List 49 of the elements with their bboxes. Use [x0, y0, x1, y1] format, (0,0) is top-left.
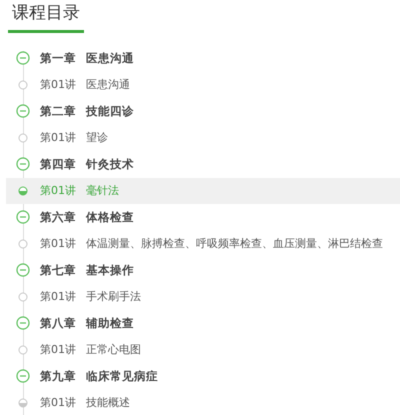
chapter-number: 第七章 [40, 262, 76, 278]
page-title: 课程目录 [8, 0, 84, 33]
lesson-row[interactable]: 第01讲 正常心电图 [6, 336, 400, 363]
lesson-number: 第01讲 [40, 77, 76, 92]
chapter-number: 第六章 [40, 210, 76, 225]
chapter-number: 第一章 [40, 50, 76, 66]
lesson-row[interactable]: 第01讲 体温测量、脉搏检查、呼吸频率检查、血压测量、淋巴结检查 [6, 230, 400, 257]
lesson-name: 技能概述 [86, 395, 130, 410]
chapter-number: 第二章 [40, 104, 76, 119]
chapter-name: 基本操作 [86, 262, 134, 278]
lesson-number: 第01讲 [40, 342, 76, 358]
lesson-name: 望诊 [86, 130, 108, 146]
lesson-number: 第01讲 [40, 395, 76, 410]
chapter-name: 技能四诊 [86, 104, 134, 119]
chapter-name: 体格检查 [86, 210, 134, 225]
collapse-icon[interactable] [16, 51, 30, 66]
chapter-name: 辅助检查 [86, 316, 134, 331]
chapter-number: 第四章 [40, 156, 76, 172]
lesson-number: 第01讲 [40, 130, 76, 146]
chapter-name: 临床常见病症 [86, 368, 158, 384]
lesson-row[interactable]: 第01讲 手术刷手法 [6, 284, 400, 310]
lesson-row[interactable]: 第01讲 技能概述 [6, 390, 400, 415]
collapse-icon[interactable] [16, 369, 30, 384]
lesson-name: 体温测量、脉搏检查、呼吸频率检查、血压测量、淋巴结检查 [86, 236, 383, 252]
collapse-icon[interactable] [16, 210, 30, 224]
collapse-icon[interactable] [16, 157, 30, 172]
chapter-row[interactable]: 第八章 辅助检查 [0, 310, 400, 336]
chapter-row[interactable]: 第七章 基本操作 [0, 257, 400, 284]
lesson-row[interactable]: 第01讲 望诊 [6, 124, 400, 151]
chapter-number: 第八章 [40, 316, 76, 331]
chapter-row[interactable]: 第二章 技能四诊 [0, 98, 400, 124]
lesson-number: 第01讲 [40, 289, 76, 304]
lesson-name: 医患沟通 [86, 77, 130, 92]
lesson-row[interactable]: 第01讲 医患沟通 [6, 72, 400, 98]
collapse-icon[interactable] [16, 104, 30, 118]
lesson-name: 手术刷手法 [86, 289, 141, 304]
lesson-number: 第01讲 [40, 183, 76, 198]
chapter-name: 医患沟通 [86, 50, 134, 66]
collapse-icon[interactable] [16, 316, 30, 330]
lesson-number: 第01讲 [40, 236, 76, 252]
chapter-row[interactable]: 第六章 体格检查 [0, 204, 400, 230]
lesson-name: 正常心电图 [86, 342, 141, 358]
chapter-row[interactable]: 第四章 针灸技术 [0, 151, 400, 178]
chapter-row[interactable]: 第九章 临床常见病症 [0, 363, 400, 390]
collapse-icon[interactable] [16, 263, 30, 278]
chapter-number: 第九章 [40, 368, 76, 384]
chapter-name: 针灸技术 [86, 156, 134, 172]
lesson-name: 毫针法 [86, 183, 119, 198]
chapter-row[interactable]: 第一章 医患沟通 [0, 45, 400, 72]
